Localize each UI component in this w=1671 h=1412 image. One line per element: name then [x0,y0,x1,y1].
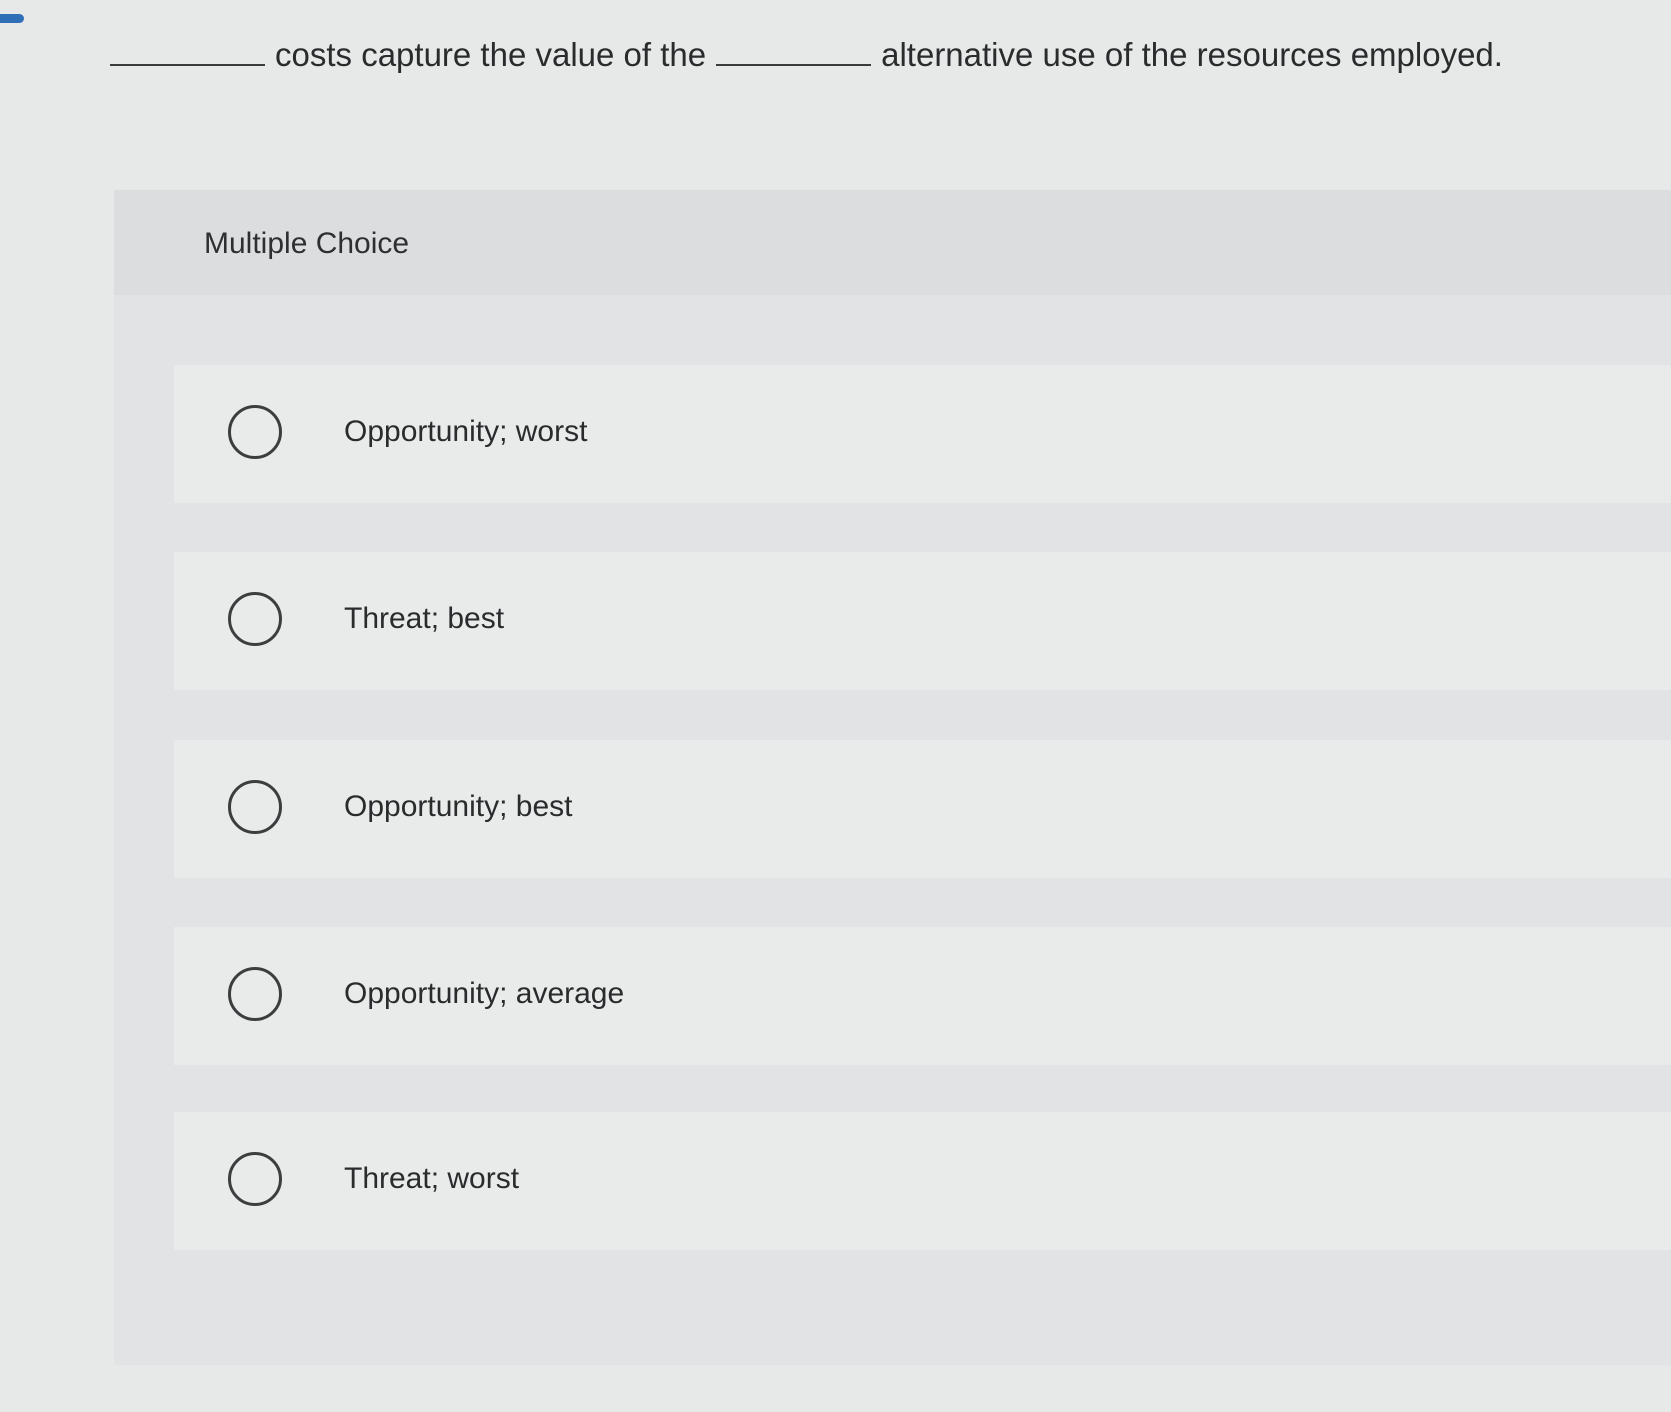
question-text: costs capture the value of the alternativ… [110,30,1610,80]
answer-blank-2 [716,64,872,66]
radio-button-icon[interactable] [228,967,282,1021]
answer-blank-1 [110,64,265,66]
radio-button-icon[interactable] [228,780,282,834]
choice-option-label: Opportunity; worst [344,415,588,448]
choice-option-3[interactable]: Opportunity; best [174,740,1671,878]
question-text-part-2: alternative use of the resources employe… [881,36,1503,73]
progress-accent-marker [0,14,24,23]
multiple-choice-panel: Multiple Choice Opportunity; worst Threa… [114,190,1671,1365]
choice-option-label: Opportunity; best [344,790,573,823]
choice-option-4[interactable]: Opportunity; average [174,927,1671,1065]
multiple-choice-header: Multiple Choice [114,190,1671,295]
radio-button-icon[interactable] [228,1152,282,1206]
radio-button-icon[interactable] [228,592,282,646]
choice-option-label: Threat; best [344,602,505,635]
choice-option-label: Threat; worst [344,1162,520,1195]
choice-option-5[interactable]: Threat; worst [174,1112,1671,1250]
multiple-choice-title: Multiple Choice [204,227,410,260]
choice-option-1[interactable]: Opportunity; worst [174,365,1671,503]
question-text-part-1: costs capture the value of the [275,36,707,73]
radio-button-icon[interactable] [228,405,282,459]
choice-option-2[interactable]: Threat; best [174,552,1671,690]
choice-option-label: Opportunity; average [344,977,625,1010]
